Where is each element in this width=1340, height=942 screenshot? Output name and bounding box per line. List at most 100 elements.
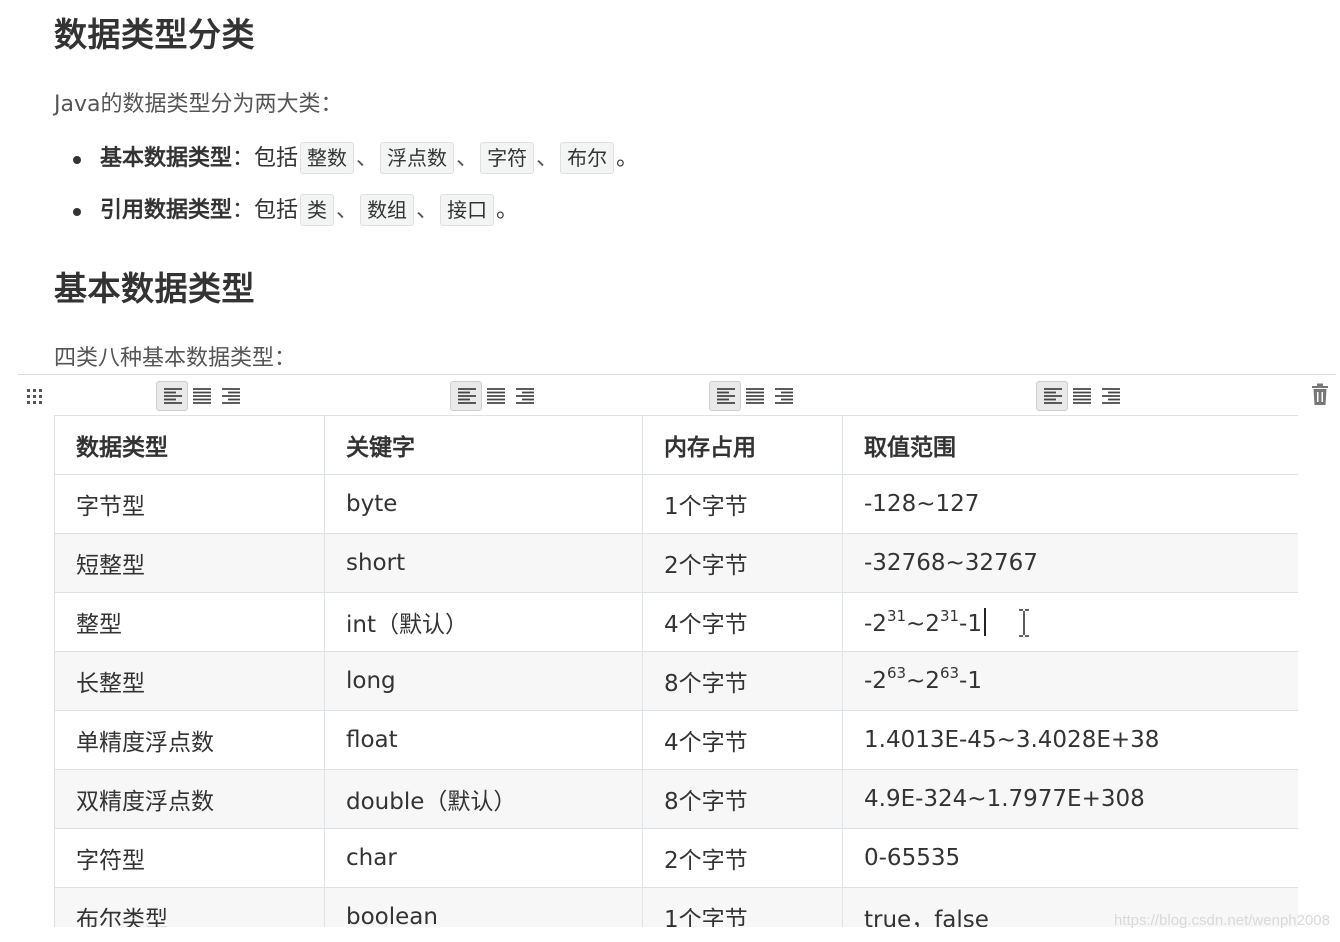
table-cell[interactable]: 1.4013E-45~3.4028E+38 bbox=[842, 710, 1298, 770]
table-cell[interactable]: long bbox=[324, 651, 643, 711]
category-colon: ： bbox=[232, 198, 255, 223]
inline-code: 浮点数 bbox=[380, 142, 455, 174]
table-cell[interactable]: -128~127 bbox=[842, 474, 1298, 534]
column-header[interactable]: 关键字 bbox=[324, 415, 643, 475]
table-cell[interactable]: 字节型 bbox=[54, 474, 325, 534]
table-cell[interactable]: float bbox=[324, 710, 643, 770]
table-row: 字节型 byte 1个字节 -128~127 bbox=[54, 474, 1298, 534]
table-cell[interactable]: 4个字节 bbox=[642, 710, 843, 770]
range-middle: ~2 bbox=[906, 610, 940, 637]
grid-dots-icon[interactable] bbox=[26, 387, 44, 405]
align-right-icon[interactable] bbox=[1096, 382, 1124, 410]
table-cell[interactable]: 整型 bbox=[54, 592, 325, 652]
align-right-icon[interactable] bbox=[510, 382, 538, 410]
list-separator: 、 bbox=[536, 146, 559, 171]
table-cell[interactable]: short bbox=[324, 533, 643, 593]
column-align-group bbox=[450, 381, 538, 411]
list-separator: 、 bbox=[336, 198, 359, 223]
range-base: -2 bbox=[864, 668, 887, 694]
list-item: 基本数据类型：包括 整数、浮点数、字符、布尔。 bbox=[0, 140, 638, 192]
table-cell[interactable]: 2个字节 bbox=[642, 828, 843, 888]
inline-code: 布尔 bbox=[560, 142, 615, 174]
align-center-icon[interactable] bbox=[482, 382, 510, 410]
watermark: https://blog.csdn.net/wenph2008 bbox=[1114, 912, 1330, 929]
range-tail: -1 bbox=[959, 610, 982, 637]
inline-code: 字符 bbox=[480, 142, 535, 174]
table-cell[interactable]: -263~263-1 bbox=[842, 651, 1298, 711]
table-cell[interactable]: char bbox=[324, 828, 643, 888]
inline-code: 类 bbox=[300, 194, 335, 226]
table-cell[interactable]: 2个字节 bbox=[642, 533, 843, 593]
align-right-icon[interactable] bbox=[216, 382, 244, 410]
table-cell[interactable]: 4.9E-324~1.7977E+308 bbox=[842, 769, 1298, 829]
table-row: 短整型 short 2个字节 -32768~32767 bbox=[54, 533, 1298, 593]
align-right-icon[interactable] bbox=[769, 382, 797, 410]
table-cell[interactable]: 长整型 bbox=[54, 651, 325, 711]
table-cell[interactable]: 8个字节 bbox=[642, 769, 843, 829]
table-row: 布尔类型 boolean 1个字节 true，false bbox=[54, 887, 1298, 927]
list-item: 引用数据类型：包括类、数组、接口。 bbox=[0, 192, 638, 244]
primitive-types-table: 数据类型 关键字 内存占用 取值范围 字节型 byte 1个字节 -128~127 短整型 sh… bbox=[54, 415, 1298, 927]
column-align-group bbox=[1036, 381, 1124, 411]
table-cell[interactable]: int（默认） bbox=[324, 592, 643, 652]
table-toolbar bbox=[18, 374, 1336, 417]
table-cell[interactable]: 1个字节 bbox=[642, 474, 843, 534]
range-exponent: 63 bbox=[939, 664, 960, 682]
category-label: 引用数据类型 bbox=[100, 198, 233, 223]
list-separator: 、 bbox=[416, 198, 439, 223]
table-cell[interactable]: 4个字节 bbox=[642, 592, 843, 652]
align-left-icon[interactable] bbox=[709, 381, 741, 411]
range-exponent: 63 bbox=[886, 664, 907, 682]
column-align-group bbox=[156, 381, 244, 411]
table-row: 双精度浮点数 double（默认） 8个字节 4.9E-324~1.7977E+308 bbox=[54, 769, 1298, 829]
category-colon: ： bbox=[232, 146, 255, 171]
text-caret bbox=[983, 607, 986, 636]
align-left-icon[interactable] bbox=[1036, 381, 1068, 411]
column-header[interactable]: 内存占用 bbox=[642, 415, 843, 475]
range-base: -2 bbox=[864, 610, 887, 637]
table-cell[interactable]: boolean bbox=[324, 887, 643, 927]
list-end-punct: 。 bbox=[616, 146, 639, 171]
column-header[interactable]: 取值范围 bbox=[842, 415, 1298, 475]
table-row: 字符型 char 2个字节 0-65535 bbox=[54, 828, 1298, 888]
list-end-punct: 。 bbox=[496, 198, 519, 223]
table-cell[interactable]: 单精度浮点数 bbox=[54, 710, 325, 770]
trash-icon[interactable] bbox=[1310, 383, 1330, 407]
list-separator: 、 bbox=[356, 146, 379, 171]
align-center-icon[interactable] bbox=[188, 382, 216, 410]
table-row: 单精度浮点数 float 4个字节 1.4013E-45~3.4028E+38 bbox=[54, 710, 1298, 770]
align-left-icon[interactable] bbox=[156, 381, 188, 411]
category-prefix: 包括 bbox=[254, 198, 299, 223]
range-tail: -1 bbox=[959, 668, 982, 694]
column-align-group bbox=[709, 381, 797, 411]
inline-code: 整数 bbox=[300, 142, 355, 174]
table-cell[interactable]: 字符型 bbox=[54, 828, 325, 888]
range-middle: ~2 bbox=[906, 668, 940, 694]
table-row: 长整型 long 8个字节 -263~263-1 bbox=[54, 651, 1298, 711]
category-label: 基本数据类型 bbox=[100, 146, 233, 171]
table-cell[interactable]: byte bbox=[324, 474, 643, 534]
heading-data-type-classification: 数据类型分类 bbox=[54, 15, 255, 54]
table-cell[interactable]: 双精度浮点数 bbox=[54, 769, 325, 829]
table-cell[interactable]: -231~231-1 bbox=[842, 592, 1298, 652]
table-row: 整型 int（默认） 4个字节 -231~231-1 bbox=[54, 592, 1298, 652]
table-header-row: 数据类型 关键字 内存占用 取值范围 bbox=[54, 415, 1298, 475]
table-cell[interactable]: double（默认） bbox=[324, 769, 643, 829]
four-kinds-paragraph: 四类八种基本数据类型： bbox=[54, 346, 297, 371]
align-center-icon[interactable] bbox=[741, 382, 769, 410]
list-separator: 、 bbox=[456, 146, 479, 171]
table-cell[interactable]: 布尔类型 bbox=[54, 887, 325, 927]
range-exponent: 31 bbox=[939, 606, 960, 625]
table-cell[interactable]: 1个字节 bbox=[642, 887, 843, 927]
table-cell[interactable]: 8个字节 bbox=[642, 651, 843, 711]
table-cell[interactable]: 0-65535 bbox=[842, 828, 1298, 888]
table-cell[interactable]: -32768~32767 bbox=[842, 533, 1298, 593]
column-header[interactable]: 数据类型 bbox=[54, 415, 325, 475]
align-center-icon[interactable] bbox=[1068, 382, 1096, 410]
inline-code: 数组 bbox=[360, 194, 415, 226]
category-prefix: 包括 bbox=[254, 146, 299, 171]
table-cell[interactable]: 短整型 bbox=[54, 533, 325, 593]
text-cursor-icon bbox=[1016, 608, 1032, 638]
inline-code: 接口 bbox=[440, 194, 495, 226]
align-left-icon[interactable] bbox=[450, 381, 482, 411]
